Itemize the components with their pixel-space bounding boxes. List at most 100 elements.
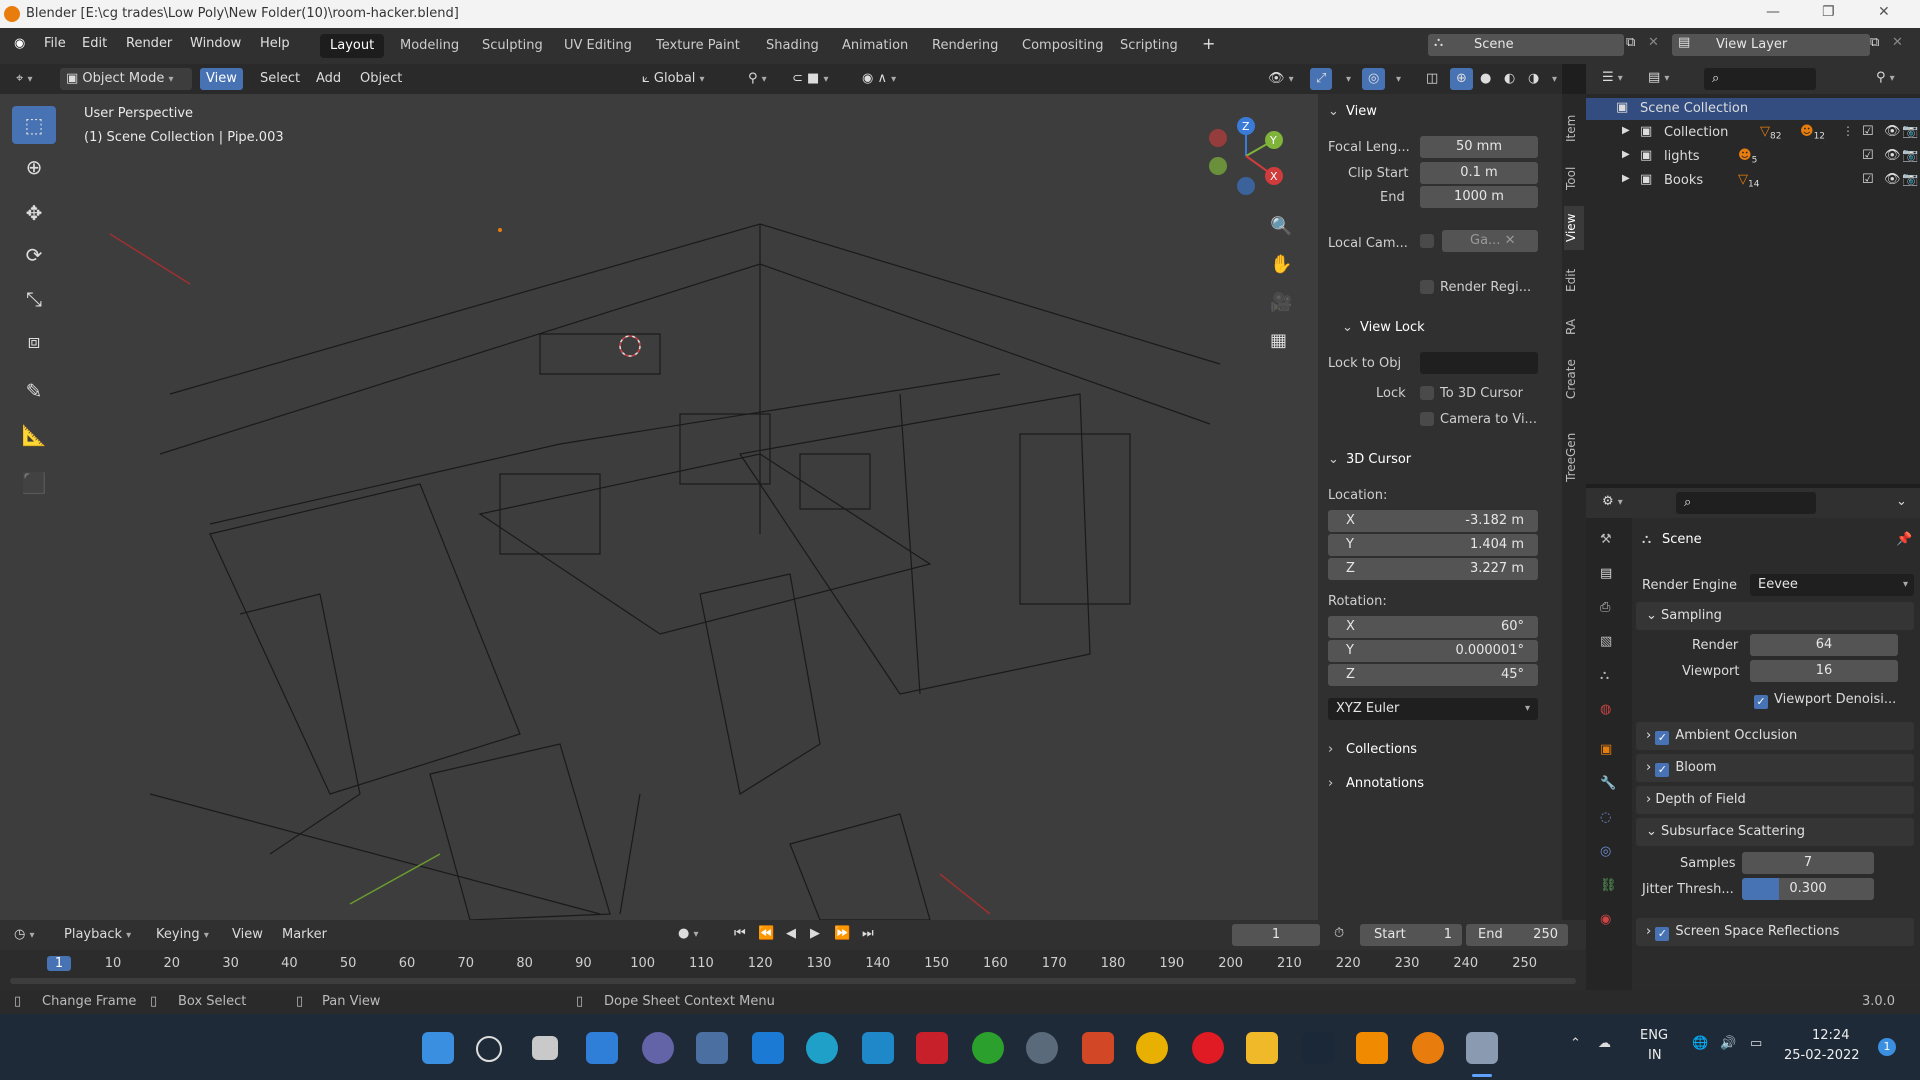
- gizmo-toggle-icon[interactable]: ⤢: [1310, 68, 1333, 90]
- solid-shading-icon[interactable]: ●: [1474, 68, 1497, 90]
- view-section-title[interactable]: View: [1346, 104, 1377, 119]
- expand-icon[interactable]: ▶: [1622, 149, 1630, 160]
- remove-view-layer-icon[interactable]: ✕: [1892, 35, 1903, 50]
- transform-tool-icon[interactable]: ⧈: [12, 322, 56, 360]
- camera-icon[interactable]: 📷: [1902, 124, 1918, 139]
- record-icon[interactable]: ● ▾: [678, 926, 699, 941]
- clock-date[interactable]: 25-02-2022: [1784, 1048, 1860, 1063]
- menu-edit[interactable]: Edit: [82, 36, 107, 51]
- sampling-section[interactable]: ⌄ Sampling: [1636, 602, 1914, 630]
- checkbox-icon[interactable]: ☑: [1862, 124, 1874, 139]
- next-keyframe-icon[interactable]: ⏩: [834, 926, 850, 941]
- depth-of-field-section[interactable]: › Depth of Field: [1636, 786, 1914, 814]
- tab-uv-editing[interactable]: UV Editing: [554, 34, 642, 58]
- viewport-denoise-checkbox[interactable]: ✓ Viewport Denoisi...: [1754, 692, 1896, 709]
- properties-search-input[interactable]: ⌕: [1676, 492, 1816, 514]
- steam-icon[interactable]: [1302, 1032, 1334, 1064]
- tab-rendering[interactable]: Rendering: [922, 34, 1008, 58]
- filter-icon[interactable]: ⚲ ▾: [1876, 70, 1895, 85]
- jump-start-icon[interactable]: ⏮: [734, 926, 746, 941]
- local-camera-checkbox[interactable]: [1420, 234, 1434, 248]
- photos-icon[interactable]: [696, 1032, 728, 1064]
- light-filter-icon[interactable]: ☻5: [1738, 148, 1757, 166]
- stopwatch-icon[interactable]: ⏱: [1334, 926, 1344, 941]
- shading-dropdown-icon[interactable]: ▾: [1546, 68, 1563, 90]
- tab-tool[interactable]: Tool: [1564, 158, 1584, 198]
- close-icon[interactable]: ✕: [1878, 4, 1890, 20]
- pin-icon[interactable]: 📌: [1896, 532, 1912, 547]
- scene-tab-icon[interactable]: ⛬: [1600, 668, 1609, 683]
- vlc-icon[interactable]: [1356, 1032, 1388, 1064]
- world-tab-icon[interactable]: ◍: [1600, 702, 1611, 717]
- file-explorer-icon[interactable]: [1246, 1032, 1278, 1064]
- copy-scene-icon[interactable]: ⧉: [1626, 35, 1635, 50]
- grid-ortho-icon[interactable]: ▦: [1270, 330, 1287, 351]
- tool-tab-icon[interactable]: ⚒: [1600, 532, 1612, 547]
- menu-render[interactable]: Render: [126, 36, 172, 51]
- ssr-section[interactable]: › ✓ Screen Space Reflections: [1636, 918, 1914, 946]
- camera-icon[interactable]: 📷: [1902, 172, 1918, 187]
- expand-icon[interactable]: ▶: [1622, 125, 1630, 136]
- chevron-down-icon[interactable]: ⌄: [1342, 320, 1353, 335]
- menu-file[interactable]: File: [44, 36, 66, 51]
- timeline-view-menu[interactable]: View: [232, 927, 263, 942]
- gizmo-dropdown-icon[interactable]: ▾: [1340, 68, 1357, 90]
- tab-scripting[interactable]: Scripting: [1110, 34, 1188, 58]
- rotation-x-field[interactable]: X 60°: [1328, 616, 1538, 638]
- modifier-tab-icon[interactable]: 🔧: [1600, 776, 1616, 791]
- pivot-icon[interactable]: ⚲ ▾: [742, 68, 773, 90]
- tab-treegen[interactable]: TreeGen: [1564, 426, 1584, 488]
- mesh-filter-icon[interactable]: ▽82: [1760, 124, 1781, 142]
- search-icon[interactable]: [476, 1036, 502, 1062]
- eye-icon[interactable]: 👁: [1884, 124, 1901, 139]
- widgets-icon[interactable]: [586, 1032, 618, 1064]
- tab-view[interactable]: View: [1564, 206, 1584, 250]
- opera-icon[interactable]: [1192, 1032, 1224, 1064]
- start-frame-field[interactable]: Start 1: [1360, 924, 1462, 946]
- notification-badge[interactable]: 1: [1878, 1038, 1896, 1056]
- physics-tab-icon[interactable]: ◎: [1600, 844, 1611, 859]
- outliner-editor-icon[interactable]: ☰ ▾: [1602, 70, 1623, 85]
- tab-animation[interactable]: Animation: [832, 34, 918, 58]
- select-box-tool-icon[interactable]: ⬚: [12, 106, 56, 144]
- tab-shading[interactable]: Shading: [756, 34, 829, 58]
- chevron-right-icon[interactable]: ›: [1328, 742, 1333, 757]
- overlay-toggle-icon[interactable]: ◎: [1362, 68, 1386, 90]
- sss-samples-field[interactable]: 7: [1742, 852, 1874, 874]
- tab-modeling[interactable]: Modeling: [390, 34, 469, 58]
- render-region-checkbox[interactable]: [1420, 280, 1434, 294]
- volume-icon[interactable]: 🔊: [1720, 1036, 1736, 1051]
- chrome-icon[interactable]: [1136, 1032, 1168, 1064]
- end-frame-field[interactable]: End 250: [1466, 924, 1568, 946]
- display-mode-icon[interactable]: ▤ ▾: [1648, 70, 1669, 85]
- chevron-right-icon[interactable]: ›: [1328, 776, 1333, 791]
- collections-section[interactable]: Collections: [1346, 742, 1417, 757]
- timeline-scrollbar[interactable]: [10, 978, 1576, 984]
- mcafee-icon[interactable]: [916, 1032, 948, 1064]
- ambient-occlusion-section[interactable]: › ✓ Ambient Occlusion: [1636, 722, 1914, 750]
- minimize-icon[interactable]: —: [1766, 4, 1780, 20]
- tab-compositing[interactable]: Compositing: [1012, 34, 1114, 58]
- mode-selector[interactable]: ▣ Object Mode ▾: [60, 68, 192, 90]
- xray-icon[interactable]: ◫: [1420, 68, 1444, 90]
- render-tab-icon[interactable]: ▤: [1600, 566, 1612, 581]
- more-icon[interactable]: ⋮: [1842, 124, 1854, 138]
- viewport-samples-field[interactable]: 16: [1750, 660, 1898, 682]
- marker-menu[interactable]: Marker: [282, 927, 327, 942]
- material-shading-icon[interactable]: ◐: [1498, 68, 1521, 90]
- output-tab-icon[interactable]: ⎙: [1600, 600, 1610, 615]
- proportional-edit-icon[interactable]: ◉ ∧ ▾: [856, 68, 902, 90]
- properties-editor-icon[interactable]: ⚙ ▾: [1602, 494, 1623, 509]
- settings-gear-icon[interactable]: [1026, 1032, 1058, 1064]
- clip-end-field[interactable]: 1000 m: [1420, 186, 1538, 208]
- blender-menu-icon[interactable]: ◉: [14, 36, 25, 51]
- current-frame-field[interactable]: 1: [1232, 924, 1320, 946]
- bloom-section[interactable]: › ✓ Bloom: [1636, 754, 1914, 782]
- camera-to-view-checkbox[interactable]: [1420, 412, 1434, 426]
- copy-view-layer-icon[interactable]: ⧉: [1870, 35, 1879, 50]
- object-menu[interactable]: Object: [354, 68, 408, 90]
- rotation-z-field[interactable]: Z 45°: [1328, 664, 1538, 686]
- navigation-gizmo[interactable]: Z Y X: [1196, 114, 1296, 204]
- clip-start-field[interactable]: 0.1 m: [1420, 162, 1538, 184]
- timeline-editor-icon[interactable]: ◷ ▾: [14, 927, 35, 942]
